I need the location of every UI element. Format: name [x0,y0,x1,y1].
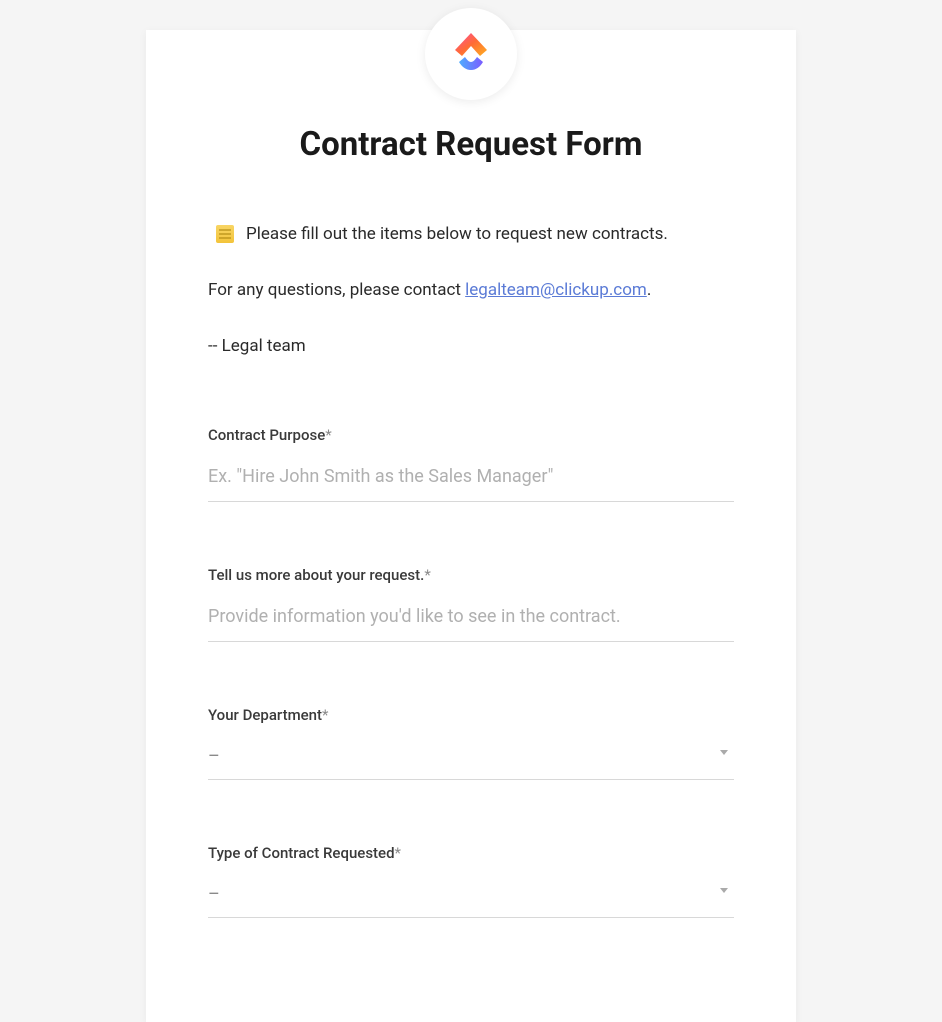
memo-icon [216,225,234,243]
signature-text: -- Legal team [208,336,734,356]
contract-purpose-label: Contract Purpose* [208,426,734,444]
department-value: – [208,746,220,767]
field-request-details: Tell us more about your request.* [208,566,734,642]
contract-type-value: – [208,884,220,905]
request-details-label: Tell us more about your request.* [208,566,734,584]
field-department: Your Department* – [208,706,734,780]
contact-email-link[interactable]: legalteam@clickup.com [465,280,647,300]
intro-text: Please fill out the items below to reque… [246,224,668,244]
contract-type-select[interactable]: – [208,878,734,918]
field-contract-type: Type of Contract Requested* – [208,844,734,918]
form-card: Contract Request Form Please fill out th… [146,30,796,1022]
contact-line: For any questions, please contact legalt… [208,280,734,300]
request-details-input[interactable] [208,600,734,642]
clickup-logo-icon [447,30,495,78]
form-title: Contract Request Form [208,125,734,164]
logo-badge [425,8,517,100]
chevron-down-icon [720,750,728,755]
contract-type-label: Type of Contract Requested* [208,844,734,862]
chevron-down-icon [720,888,728,893]
contact-prefix: For any questions, please contact [208,280,465,300]
contract-purpose-input[interactable] [208,460,734,502]
field-contract-purpose: Contract Purpose* [208,426,734,502]
contact-suffix: . [647,280,651,300]
department-select[interactable]: – [208,740,734,780]
intro-row: Please fill out the items below to reque… [208,224,734,244]
department-label: Your Department* [208,706,734,724]
